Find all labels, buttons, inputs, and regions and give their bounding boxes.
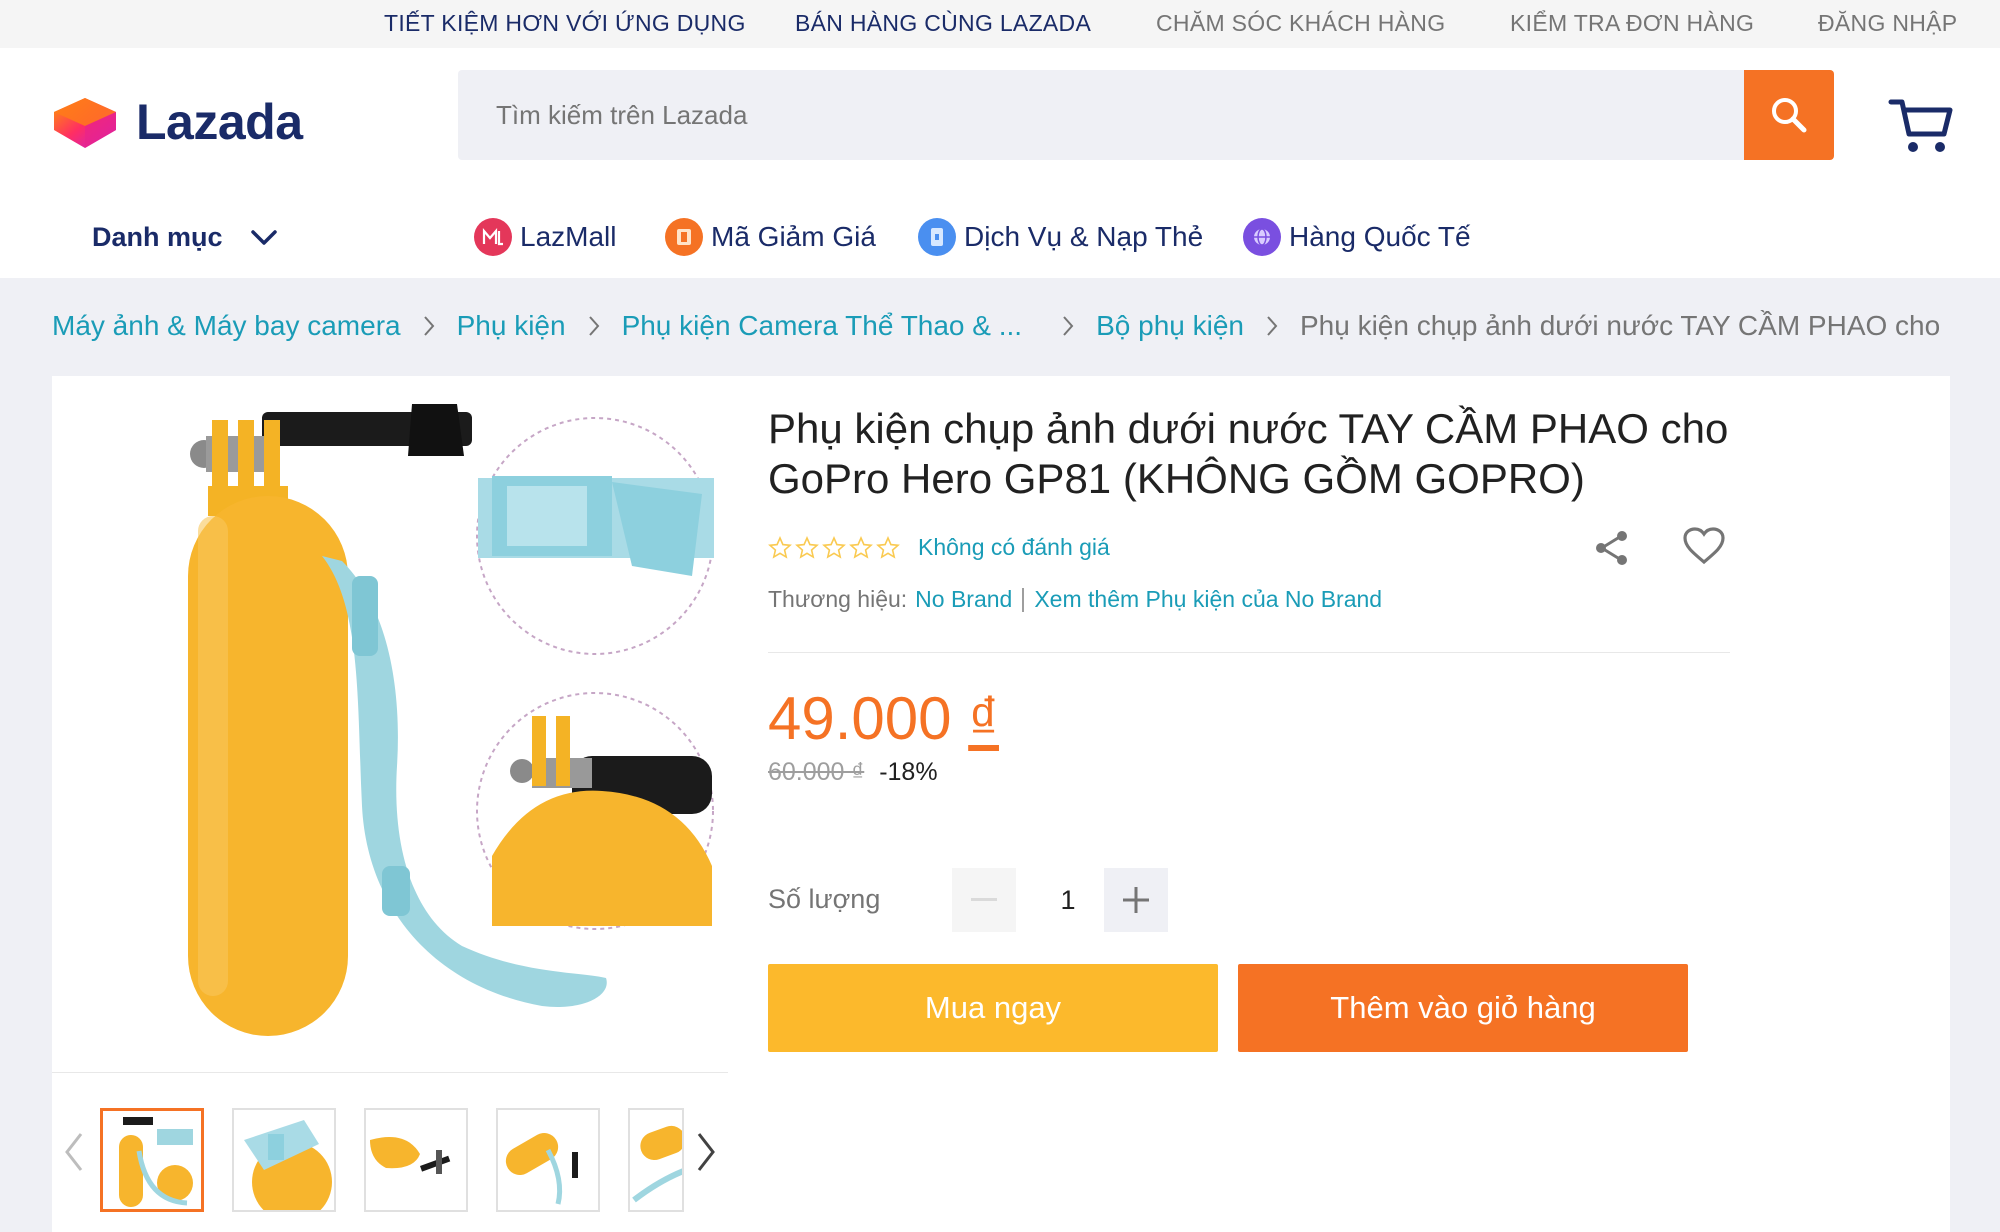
chevron-right-icon: [697, 1133, 715, 1171]
cart-icon: [1888, 99, 1953, 152]
search-box: [458, 70, 1745, 160]
thumbnail-image: [632, 1125, 682, 1203]
nav-label: Hàng Quốc Tế: [1289, 221, 1471, 252]
product-main-image[interactable]: [112, 386, 752, 1046]
search-icon: [1772, 98, 1807, 133]
star-empty-icon: [849, 535, 873, 559]
thumbnail-image: [244, 1120, 332, 1210]
topbar-link-track-order[interactable]: KIỂM TRA ĐƠN HÀNG: [1510, 10, 1754, 37]
logo-text: Lazada: [136, 94, 303, 150]
nav-global[interactable]: Hàng Quốc Tế: [1243, 218, 1471, 256]
search-input[interactable]: [496, 99, 1745, 131]
global-icon: [1243, 218, 1281, 256]
nav-label: LazMall: [520, 221, 617, 252]
quantity-label: Số lượng: [768, 884, 881, 914]
star-empty-icon: [822, 535, 846, 559]
star-empty-icon: [876, 535, 900, 559]
brand-more-link[interactable]: Xem thêm Phụ kiện của No Brand: [1034, 586, 1382, 613]
price-currency: ₫: [968, 685, 999, 752]
chevron-left-icon: [65, 1133, 83, 1171]
topbar-link-sell[interactable]: BÁN HÀNG CÙNG LAZADA: [795, 10, 1091, 37]
quantity-decrease-button[interactable]: [952, 868, 1016, 932]
gallery-divider: [52, 1072, 728, 1073]
chevron-right-icon: [1266, 315, 1278, 337]
topbar-link-app[interactable]: TIẾT KIỆM HƠN VỚI ỨNG DỤNG: [384, 10, 746, 37]
topbar-link-customer-care[interactable]: CHĂM SÓC KHÁCH HÀNG: [1156, 10, 1445, 37]
thumbnail-3[interactable]: [364, 1108, 468, 1212]
thumbnail-4[interactable]: [496, 1108, 600, 1212]
heart-icon[interactable]: [1682, 526, 1726, 566]
breadcrumb-item[interactable]: Máy ảnh & Máy bay camera: [52, 310, 401, 342]
divider: [1022, 587, 1025, 612]
discount-badge: -18%: [879, 758, 938, 786]
old-price-row: 60.000 ₫ -18%: [768, 758, 938, 787]
search-button[interactable]: [1744, 70, 1834, 160]
original-price: 60.000 ₫: [768, 758, 865, 786]
chevron-down-icon: [250, 229, 277, 245]
star-empty-icon: [795, 535, 819, 559]
product-panel: Phụ kiện chụp ảnh dưới nước TAY CẦM PHAO…: [52, 376, 1950, 1232]
cart-button[interactable]: [1888, 96, 1954, 156]
chevron-right-icon: [588, 315, 600, 337]
nav-lazmall[interactable]: LazMall: [474, 218, 616, 256]
lazada-heart-icon: [54, 98, 116, 148]
rating-row: Không có đánh giá: [768, 534, 1110, 561]
quantity-input[interactable]: [1036, 868, 1100, 932]
nav-topup[interactable]: Dịch Vụ & Nạp Thẻ: [918, 218, 1203, 256]
rating-stars: [768, 535, 900, 560]
thumbnail-1[interactable]: [100, 1108, 204, 1212]
nav-label: Mã Giảm Giá: [711, 221, 876, 252]
lazada-logo[interactable]: Lazada: [50, 92, 303, 152]
topbar-link-login[interactable]: ĐĂNG NHẬP: [1818, 10, 1957, 37]
thumb-next-button[interactable]: [686, 1122, 726, 1182]
thumbnail-2[interactable]: [232, 1108, 336, 1212]
breadcrumb-item[interactable]: Bộ phụ kiện: [1096, 310, 1244, 342]
rating-text[interactable]: Không có đánh giá: [918, 534, 1110, 561]
breadcrumb-item[interactable]: Phụ kiện: [457, 310, 566, 342]
breadcrumb-item[interactable]: Phụ kiện Camera Thể Thao & ...: [622, 310, 1023, 342]
minus-icon: [971, 898, 997, 901]
breadcrumb-current: Phụ kiện chụp ảnh dưới nước TAY CẦM PHAO…: [1299, 310, 1941, 341]
voucher-icon: [665, 218, 703, 256]
nav-voucher[interactable]: Mã Giảm Giá: [665, 218, 876, 256]
thumbnail-image: [119, 1117, 193, 1207]
thumbnail-strip: [52, 1092, 728, 1222]
thumbnail-image: [505, 1133, 578, 1205]
brand-label: Thương hiệu:: [768, 586, 908, 612]
price-amount: 49.000: [768, 685, 952, 752]
quantity-increase-button[interactable]: [1104, 868, 1168, 932]
breadcrumb: Máy ảnh & Máy bay camera Phụ kiện Phụ ki…: [52, 306, 1940, 346]
topup-icon: [918, 218, 956, 256]
nav-label: Dịch Vụ & Nạp Thẻ: [964, 221, 1204, 252]
add-to-cart-button[interactable]: Thêm vào giỏ hàng: [1238, 964, 1688, 1052]
thumb-prev-button[interactable]: [54, 1122, 94, 1182]
star-empty-icon: [768, 535, 792, 559]
lazmall-icon: [474, 218, 512, 256]
plus-icon: [1123, 887, 1149, 913]
category-label: Danh mục: [92, 222, 223, 252]
brand-link[interactable]: No Brand: [915, 586, 1012, 613]
share-icon[interactable]: [1592, 528, 1632, 568]
top-bar: TIẾT KIỆM HƠN VỚI ỨNG DỤNG BÁN HÀNG CÙNG…: [0, 0, 2000, 48]
buy-now-button[interactable]: Mua ngay: [768, 964, 1218, 1052]
current-price: 49.000 ₫: [768, 684, 999, 753]
chevron-right-icon: [1062, 315, 1074, 337]
brand-row: Thương hiệu: No Brand Xem thêm Phụ kiện …: [768, 586, 1382, 613]
product-title: Phụ kiện chụp ảnh dưới nước TAY CẦM PHAO…: [768, 405, 1729, 502]
chevron-right-icon: [423, 315, 435, 337]
thumbnail-image: [370, 1137, 451, 1174]
thumbnail-5[interactable]: [628, 1108, 684, 1212]
category-menu[interactable]: Danh mục: [92, 222, 277, 253]
header: Lazada Danh mục LazMall Mã Giảm Giá: [0, 48, 2000, 278]
divider: [768, 652, 1730, 653]
